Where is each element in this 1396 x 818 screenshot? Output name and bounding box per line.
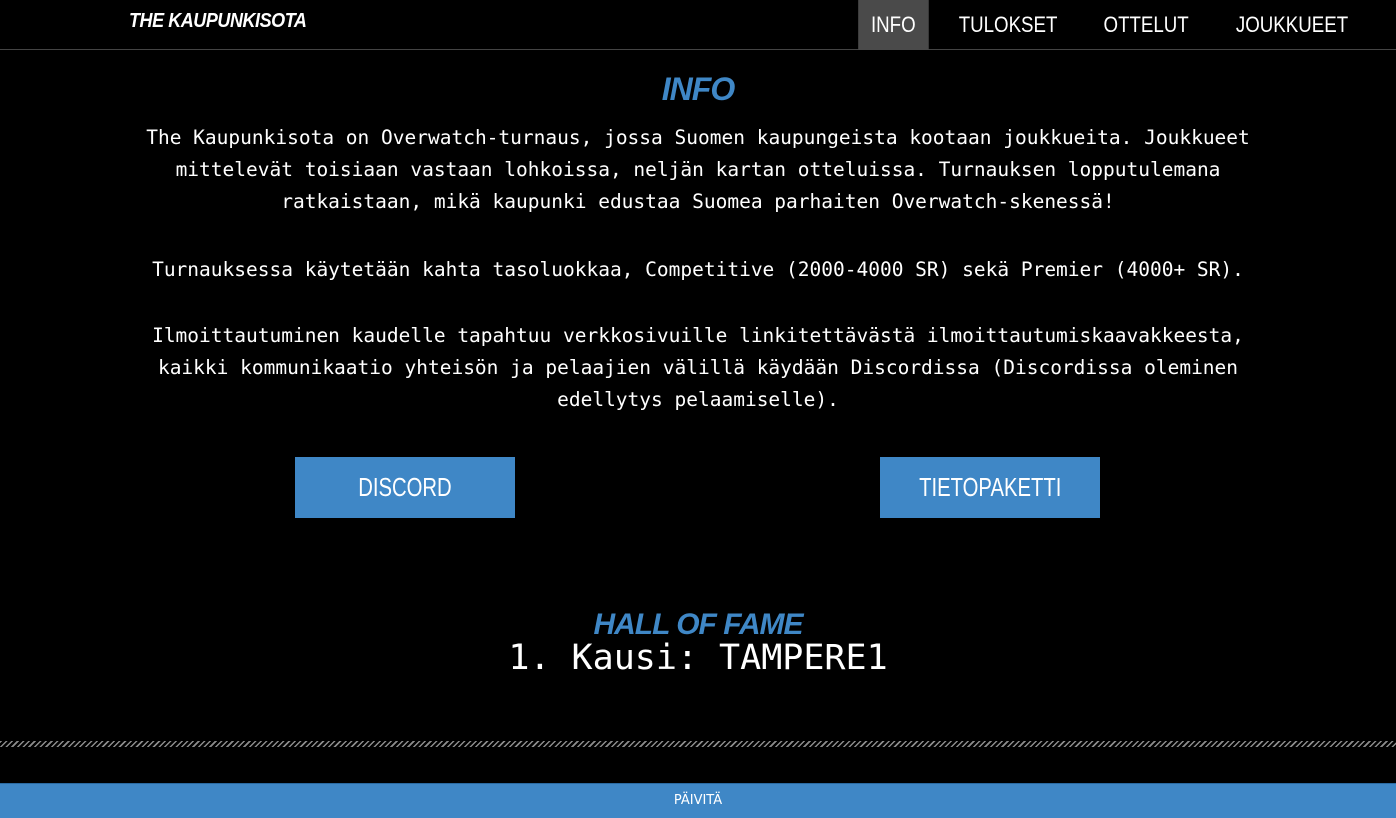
refresh-button[interactable]: PÄIVITÄ <box>0 783 1396 818</box>
discord-button-label: DISCORD <box>358 472 452 502</box>
decorative-divider <box>0 741 1396 747</box>
site-logo[interactable]: THE KAUPUNKISOTA <box>129 10 307 33</box>
tietopaketti-button-label: TIETOPAKETTI <box>918 472 1062 502</box>
discord-button[interactable]: DISCORD <box>295 457 515 518</box>
main-nav: INFO TULOKSET OTTELUT JOUKKUEET <box>852 0 1373 50</box>
nav-item-joukkueet[interactable]: JOUKKUEET <box>1223 0 1361 50</box>
nav-item-info[interactable]: INFO <box>858 0 929 50</box>
nav-item-tulokset[interactable]: TULOKSET <box>946 0 1070 50</box>
info-paragraph-registration: Ilmoittautuminen kaudelle tapahtuu verkk… <box>152 324 1244 411</box>
tietopaketti-button[interactable]: TIETOPAKETTI <box>880 457 1100 518</box>
info-heading: INFO <box>661 71 735 108</box>
hall-of-fame-entry: 1. Kausi: TAMPERE1 <box>508 638 888 678</box>
top-navbar: THE KAUPUNKISOTA INFO TULOKSET OTTELUT J… <box>0 0 1396 50</box>
info-paragraph-tiers: Turnauksessa käytetään kahta tasoluokkaa… <box>152 258 1244 281</box>
nav-item-ottelut[interactable]: OTTELUT <box>1090 0 1201 50</box>
info-paragraph-intro: The Kaupunkisota on Overwatch-turnaus, j… <box>146 126 1250 213</box>
